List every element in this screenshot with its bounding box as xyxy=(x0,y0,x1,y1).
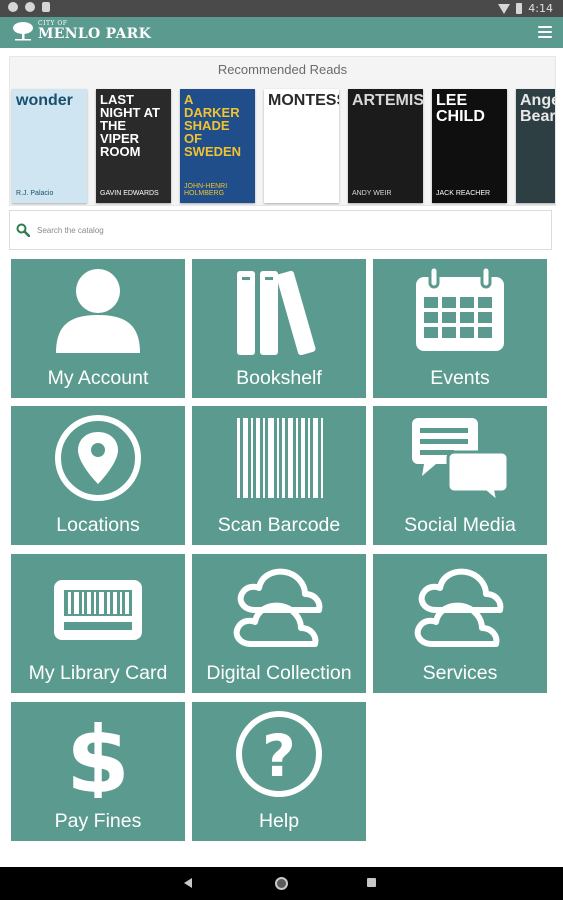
dollar-icon: $ xyxy=(66,708,130,798)
tile-pay-fines[interactable]: $ Pay Fines xyxy=(11,702,185,841)
tile-bookshelf[interactable]: Bookshelf xyxy=(192,259,366,398)
tile-scan-barcode[interactable]: Scan Barcode xyxy=(192,406,366,545)
calendar-icon xyxy=(416,265,504,351)
clock: 4:14 xyxy=(528,2,553,15)
tree-icon xyxy=(13,22,33,41)
bookshelf-icon xyxy=(237,270,316,355)
book-cover[interactable]: MONTESSORI xyxy=(264,89,339,203)
book-cover[interactable]: LAST NIGHT AT THE VIPER ROOM GAVIN EDWARD… xyxy=(96,89,171,203)
tile-label: Events xyxy=(430,367,490,389)
battery-icon xyxy=(516,3,523,14)
book-cover[interactable]: wonder R.J. Palacio xyxy=(12,89,87,203)
svg-text:?: ? xyxy=(262,722,296,790)
home-icon[interactable] xyxy=(275,877,288,890)
tile-label: Bookshelf xyxy=(236,367,322,389)
person-icon xyxy=(56,269,140,353)
recommended-reads-carousel[interactable]: Recommended Reads wonder R.J. Palacio LAST… xyxy=(9,56,556,206)
book-cover-title: MONTESSORI xyxy=(268,92,339,109)
svg-text:$: $ xyxy=(66,708,130,798)
system-icons: 4:14 xyxy=(498,2,553,15)
tile-social-media[interactable]: Social Media xyxy=(373,406,547,545)
book-cover-author: R.J. Palacio xyxy=(16,190,54,197)
book-cover-title: Angel Bear xyxy=(520,92,556,125)
book-cover[interactable]: Angel Bear xyxy=(516,89,556,203)
tile-label: Pay Fines xyxy=(54,810,142,832)
sync-icon xyxy=(25,2,35,12)
notification-icons xyxy=(8,2,50,12)
tile-digital-collection[interactable]: Digital Collection xyxy=(192,554,366,693)
hamburger-menu-icon[interactable] xyxy=(538,26,552,38)
status-bar: 4:14 xyxy=(0,0,563,17)
back-icon[interactable] xyxy=(184,878,192,888)
book-cover-author: ANDY WEIR xyxy=(352,190,392,197)
tile-label: Help xyxy=(258,810,300,832)
search-placeholder: Search the catalog xyxy=(37,226,104,235)
tile-services[interactable]: Services xyxy=(373,554,547,693)
app-bar: CITY OF MENLO PARK xyxy=(0,17,563,48)
book-covers: wonder R.J. Palacio LAST NIGHT AT THE VIPE… xyxy=(12,89,556,203)
help-icon: ? xyxy=(236,711,322,797)
recents-icon[interactable] xyxy=(367,878,376,887)
tile-locations[interactable]: Locations xyxy=(11,406,185,545)
tile-label: My Library Card xyxy=(28,662,168,684)
book-cover-title: LEE CHILD xyxy=(436,92,485,125)
tile-events[interactable]: Events xyxy=(373,259,547,398)
library-card-icon xyxy=(54,580,142,640)
tile-label: Digital Collection xyxy=(206,662,352,684)
system-navigation-bar xyxy=(0,867,563,900)
search-icon xyxy=(16,223,30,237)
menlo-park-logo[interactable]: CITY OF MENLO PARK xyxy=(12,21,151,41)
tile-label: Scan Barcode xyxy=(217,514,341,536)
chat-bubbles-icon xyxy=(412,418,510,502)
wifi-icon xyxy=(498,3,511,14)
book-cover-author: GAVIN EDWARDS xyxy=(100,190,159,197)
barcode-icon xyxy=(237,418,323,498)
location-pin-icon xyxy=(55,415,141,501)
book-cover-title: A DARKER SHADE OF SWEDEN xyxy=(184,92,242,159)
book-cover-author: JOHN-HENRI HOLMBERG xyxy=(184,183,228,197)
book-cover[interactable]: LEE CHILD JACK REACHER xyxy=(432,89,507,203)
tile-my-library-card[interactable]: My Library Card xyxy=(11,554,185,693)
sim-icon xyxy=(42,2,50,12)
book-cover[interactable]: A DARKER SHADE OF SWEDEN JOHN-HENRI HOLMB… xyxy=(180,89,255,203)
tile-my-account[interactable]: My Account xyxy=(11,259,185,398)
tile-label: My Account xyxy=(47,367,149,389)
cloud-icon xyxy=(233,568,323,647)
catalog-search-input[interactable]: Search the catalog xyxy=(9,210,552,250)
recommended-reads-title: Recommended Reads xyxy=(217,62,348,77)
tile-label: Services xyxy=(422,662,498,684)
tile-label: Locations xyxy=(56,514,140,536)
book-cover-author: JACK REACHER xyxy=(436,190,491,197)
tile-help[interactable]: ? Help xyxy=(192,702,366,841)
book-cover[interactable]: ARTEMIS ANDY WEIR xyxy=(348,89,423,203)
book-cover-title: ARTEMIS xyxy=(352,92,423,109)
cloud-icon xyxy=(414,568,504,647)
book-cover-title: wonder xyxy=(16,92,73,109)
tile-label: Social Media xyxy=(404,514,516,536)
book-cover-title: LAST NIGHT AT THE VIPER ROOM xyxy=(100,92,160,159)
logo-big-text: MENLO PARK xyxy=(38,26,152,42)
settings-icon xyxy=(8,2,18,12)
